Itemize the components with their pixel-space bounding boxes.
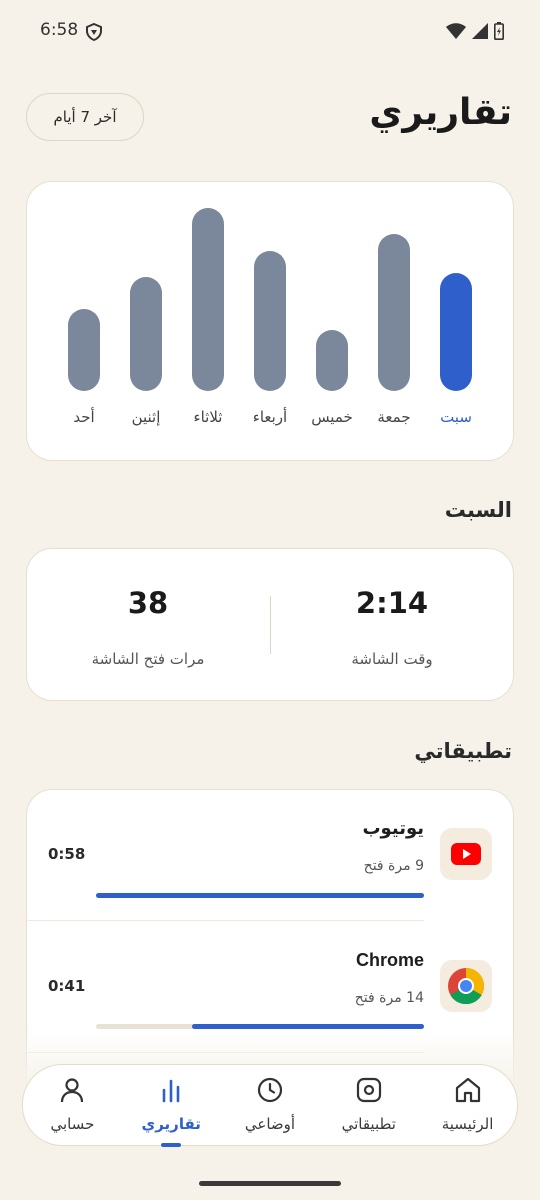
chart-bar-1[interactable] (130, 277, 162, 391)
nav-item-apps[interactable]: تطبيقاتي (321, 1077, 417, 1133)
nav-label: الرئيسية (441, 1115, 494, 1133)
chart-day-label: سبت (440, 408, 472, 426)
usage-bar-fill (192, 1024, 424, 1029)
day-section-title: السبت (444, 498, 512, 522)
home-indicator (199, 1181, 341, 1186)
apps-icon (356, 1077, 382, 1107)
usage-bar (96, 893, 424, 898)
app-opens: 9 مرة فتح (363, 858, 424, 874)
chrome-icon (440, 960, 492, 1012)
app-name: يوتيوب (362, 818, 424, 839)
row-divider (28, 920, 424, 921)
apps-section-title: تطبيقاتي (414, 739, 512, 763)
bottom-navigation: الرئيسية تطبيقاتي أوضاعي تقاريري حسابي (22, 1064, 518, 1147)
nav-label: أوضاعي (244, 1115, 296, 1133)
usage-bar (96, 1024, 424, 1029)
nav-item-reports[interactable]: تقاريري (123, 1077, 219, 1147)
app-usage-time: 0:41 (48, 977, 86, 995)
wifi-icon (446, 23, 466, 43)
unlocks-label: مرات فتح الشاشة (91, 650, 205, 668)
profile-icon (59, 1077, 85, 1107)
screen-time-value: 2:14 (355, 586, 429, 620)
chart-bar-4[interactable] (316, 330, 348, 391)
page-title: تقاريري (369, 92, 512, 133)
app-name: Chrome (355, 950, 424, 970)
clock-icon (257, 1077, 283, 1107)
stats-divider (270, 596, 271, 654)
battery-icon (494, 22, 504, 44)
chart-bar-6[interactable] (440, 273, 472, 391)
chart-bar-2[interactable] (192, 208, 224, 391)
nav-item-home[interactable]: الرئيسية (420, 1077, 516, 1133)
chart-icon (158, 1077, 184, 1107)
app-opens: 14 مرة فتح (354, 990, 424, 1006)
unlocks-value: 38 (127, 586, 169, 620)
chart-bar-3[interactable] (254, 251, 286, 391)
screen-time-label: وقت الشاشة (351, 650, 433, 668)
nav-item-modes[interactable]: أوضاعي (222, 1077, 318, 1133)
nav-item-profile[interactable]: حسابي (24, 1077, 120, 1133)
status-icons (446, 22, 504, 44)
active-tab-indicator (161, 1143, 182, 1147)
usage-bar-fill (96, 893, 424, 898)
nav-label: تطبيقاتي (341, 1115, 396, 1133)
vpn-shield-icon (86, 22, 102, 45)
chart-bar-5[interactable] (378, 234, 410, 391)
chart-bar-0[interactable] (68, 309, 100, 391)
home-icon (454, 1077, 482, 1107)
date-range-button[interactable]: آخر 7 أيام (26, 93, 144, 141)
nav-label: حسابي (50, 1115, 95, 1133)
status-time: 6:58 (40, 20, 79, 40)
signal-icon (472, 23, 488, 43)
youtube-icon (440, 828, 492, 880)
app-usage-time: 0:58 (48, 845, 86, 863)
nav-label: تقاريري (141, 1115, 201, 1133)
